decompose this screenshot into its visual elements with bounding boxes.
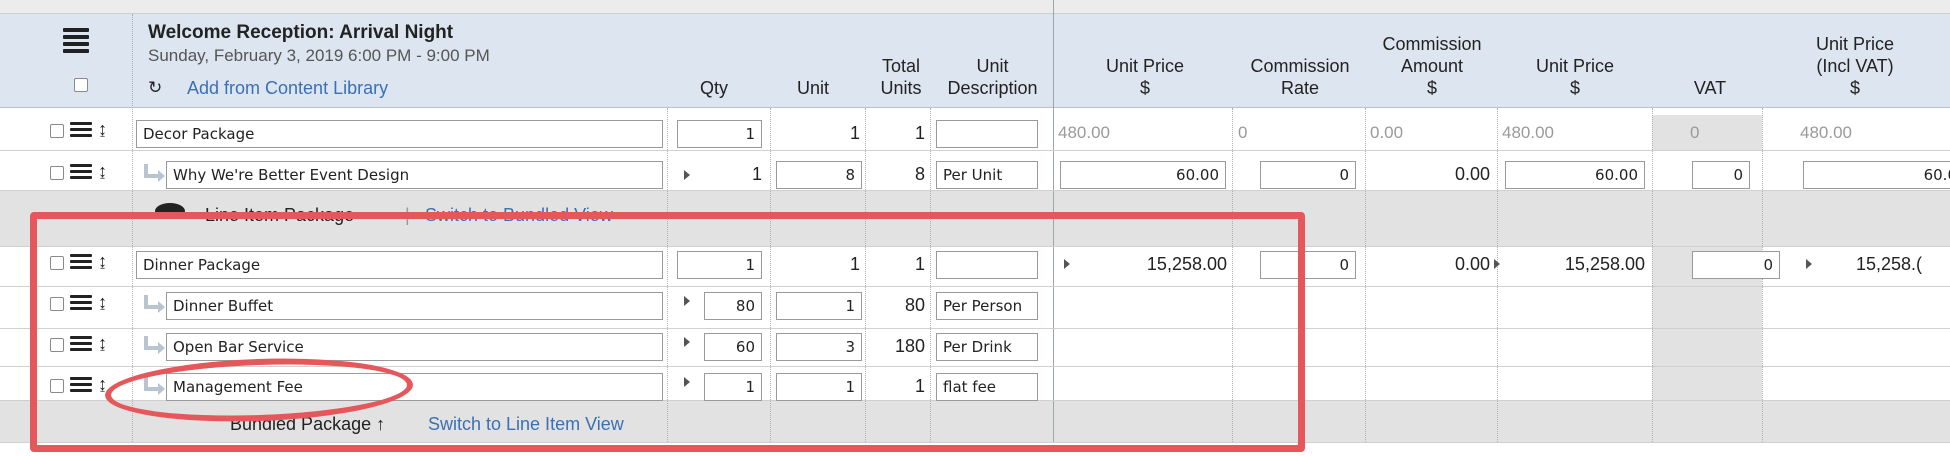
- expand-triangle-icon[interactable]: [1494, 259, 1500, 269]
- col-unit-price-incl-2: (Incl VAT): [1816, 56, 1894, 76]
- col-unit-price-cur: $: [1139, 78, 1150, 98]
- commission-amount-value: 0.00: [1454, 164, 1490, 184]
- unit-desc-input[interactable]: [936, 120, 1038, 148]
- drag-handle-icon[interactable]: [70, 122, 92, 138]
- col-total-units-2: Units: [880, 78, 922, 98]
- col-commission-amount-cur: $: [1426, 78, 1437, 98]
- commission-rate-input[interactable]: 0: [1260, 161, 1356, 189]
- col-commission-amount-1: Commission: [1382, 34, 1482, 54]
- sub-item-arrow-icon: [140, 164, 165, 182]
- list-icon[interactable]: [63, 28, 89, 54]
- col-qty: Qty: [700, 78, 729, 98]
- commission-amount-value: 0.00: [1370, 123, 1404, 142]
- unit-price-incl-value: 480.00: [1800, 123, 1852, 142]
- unit-input[interactable]: 8: [776, 161, 862, 189]
- col-unit-price-incl-cur: $: [1849, 78, 1860, 98]
- qty-value: 1: [751, 164, 762, 184]
- select-all-checkbox[interactable]: [74, 78, 88, 92]
- vat-column-shade-top: [1652, 115, 1762, 151]
- section-subtitle: Sunday, February 3, 2019 6:00 PM - 9:00 …: [148, 46, 490, 65]
- unit-price-incl-value: 15,258.(: [1856, 254, 1923, 274]
- col-commission-amount-2: Amount: [1400, 56, 1464, 76]
- unit-price-incl-input[interactable]: 60.0: [1803, 161, 1950, 189]
- col-vat: VAT: [1693, 78, 1727, 98]
- col-total-units-1: Total: [881, 56, 921, 76]
- vat-value: 0: [1690, 123, 1700, 142]
- item-name-input[interactable]: Decor Package: [136, 120, 663, 148]
- item-name-input[interactable]: Why We're Better Event Design: [166, 161, 663, 189]
- expand-triangle-icon[interactable]: [684, 170, 690, 180]
- col-unit: Unit: [797, 78, 830, 98]
- col-unit-price-2: Unit Price: [1535, 56, 1615, 76]
- unit-price-input[interactable]: 60.00: [1060, 161, 1226, 189]
- refresh-icon[interactable]: ↻: [148, 78, 162, 98]
- unit-price-2-value: 480.00: [1502, 123, 1554, 142]
- qty-input[interactable]: 1: [677, 120, 762, 148]
- col-commission-rate-1: Commission: [1250, 56, 1350, 76]
- top-strip: [0, 0, 1950, 14]
- commission-amount-value: 0.00: [1454, 254, 1490, 274]
- unit-price-2-value: 15,258.00: [1564, 254, 1645, 274]
- vat-input[interactable]: 0: [1692, 161, 1750, 189]
- reorder-icon[interactable]: ↨: [98, 120, 107, 138]
- col-unit-desc-1: Unit: [976, 56, 1009, 76]
- col-commission-rate-2: Rate: [1280, 78, 1320, 98]
- expand-triangle-icon[interactable]: [1806, 259, 1812, 269]
- section-title: Welcome Reception: Arrival Night: [148, 22, 454, 43]
- total-units-value: 1: [914, 123, 925, 143]
- row-checkbox[interactable]: [50, 124, 64, 138]
- unit-price-2-input[interactable]: 60.00: [1505, 161, 1645, 189]
- reorder-icon[interactable]: ↨: [98, 162, 107, 180]
- unit-desc-input[interactable]: Per Unit: [936, 161, 1038, 189]
- add-from-content-library-link[interactable]: Add from Content Library: [187, 78, 388, 99]
- col-unit-price-2-cur: $: [1569, 78, 1580, 98]
- drag-handle-icon[interactable]: [70, 164, 92, 180]
- total-units-value: 8: [914, 164, 925, 184]
- col-unit-price-incl-1: Unit Price: [1815, 34, 1895, 54]
- commission-rate-value: 0: [1238, 123, 1248, 142]
- row-checkbox[interactable]: [50, 166, 64, 180]
- unit-value: 1: [849, 123, 860, 143]
- col-unit-desc-2: Description: [947, 78, 1038, 98]
- vat-input[interactable]: 0: [1692, 251, 1780, 279]
- col-unit-price: Unit Price: [1105, 56, 1185, 76]
- unit-price-value: 480.00: [1058, 123, 1110, 142]
